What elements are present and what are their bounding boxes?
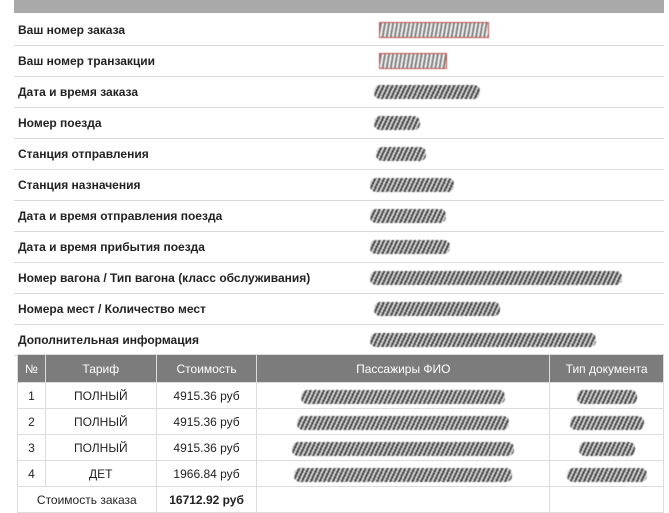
info-label: Дата и время отправления поезда [18,209,223,223]
info-label: Номер поезда [18,116,102,130]
row-passenger-name [256,382,551,409]
redacted-value [297,416,510,430]
table-header-row: № Тариф Стоимость Пассажиры ФИО Тип доку… [17,354,664,383]
header-passengers: Пассажиры ФИО [256,354,551,383]
redacted-value [569,416,644,430]
redacted-value [292,442,515,456]
table-row: 2 ПОЛНЫЙ 4915.36 руб [17,408,664,435]
row-passenger-name [256,408,551,435]
redacted-value [370,178,454,192]
info-label: Номера мест / Количество мест [18,302,206,316]
row-document-type [549,408,664,435]
header-number: № [17,354,46,383]
redacted-value [578,442,635,456]
row-document-type [549,460,664,487]
redacted-value [370,240,450,254]
top-bar [14,0,664,13]
redacted-value [301,390,506,404]
info-row-transaction-number: Ваш номер транзакции [14,46,664,77]
total-empty-cell [549,486,664,513]
row-cost: 4915.36 руб [155,382,258,409]
redacted-value [576,390,637,404]
info-row-additional-info: Дополнительная информация [14,325,664,356]
row-number: 1 [17,382,46,409]
info-row-departure-station: Станция отправления [14,139,664,170]
passengers-table: № Тариф Стоимость Пассажиры ФИО Тип доку… [17,354,664,513]
row-document-type [549,434,664,461]
redacted-value [374,116,420,130]
info-label: Дата и время заказа [18,85,139,99]
row-number: 2 [17,408,46,435]
row-number: 3 [17,434,46,461]
table-row: 3 ПОЛНЫЙ 4915.36 руб [17,434,664,461]
redacted-value [374,302,500,316]
redacted-value [374,85,480,99]
total-empty-cell [256,486,551,513]
table-row: 4 ДЕТ 1966.84 руб [17,460,664,487]
row-cost: 4915.36 руб [155,408,258,435]
redacted-value [370,209,446,223]
redacted-value [379,53,447,69]
info-label: Станция назначения [18,178,141,192]
header-tariff: Тариф [44,354,157,383]
header-document-type: Тип документа [549,354,664,383]
row-tariff: ПОЛНЫЙ [44,382,157,409]
redacted-value [294,468,513,482]
info-label: Номер вагона / Тип вагона (класс обслужи… [18,271,311,285]
info-row-order-number: Ваш номер заказа [14,15,664,46]
total-label: Стоимость заказа [17,486,157,513]
redacted-value [370,333,596,347]
row-passenger-name [256,460,551,487]
info-row-train-number: Номер поезда [14,108,664,139]
row-tariff: ПОЛНЫЙ [44,434,157,461]
order-details-page: Ваш номер заказа Ваш номер транзакции Да… [0,0,669,513]
row-cost: 4915.36 руб [155,434,258,461]
info-row-car-number-type: Номер вагона / Тип вагона (класс обслужи… [14,263,664,294]
total-value: 16712.92 руб [155,486,258,513]
info-row-order-datetime: Дата и время заказа [14,77,664,108]
order-info-list: Ваш номер заказа Ваш номер транзакции Да… [14,15,664,356]
info-row-departure-datetime: Дата и время отправления поезда [14,201,664,232]
header-cost: Стоимость [155,354,258,383]
info-label: Дополнительная информация [18,333,199,347]
redacted-value [566,468,647,482]
table-row: 1 ПОЛНЫЙ 4915.36 руб [17,382,664,409]
info-label: Ваш номер транзакции [18,54,156,68]
row-tariff: ДЕТ [44,460,157,487]
info-label: Станция отправления [18,147,149,161]
row-cost: 1966.84 руб [155,460,258,487]
redacted-value [379,22,489,38]
info-label: Ваш номер заказа [18,23,126,37]
info-row-arrival-station: Станция назначения [14,170,664,201]
redacted-value [370,271,622,285]
row-tariff: ПОЛНЫЙ [44,408,157,435]
row-document-type [549,382,664,409]
row-passenger-name [256,434,551,461]
info-row-seats: Номера мест / Количество мест [14,294,664,325]
info-label: Дата и время прибытия поезда [18,240,205,254]
total-row: Стоимость заказа 16712.92 руб [17,486,664,513]
redacted-value [376,147,426,161]
row-number: 4 [17,460,46,487]
info-row-arrival-datetime: Дата и время прибытия поезда [14,232,664,263]
